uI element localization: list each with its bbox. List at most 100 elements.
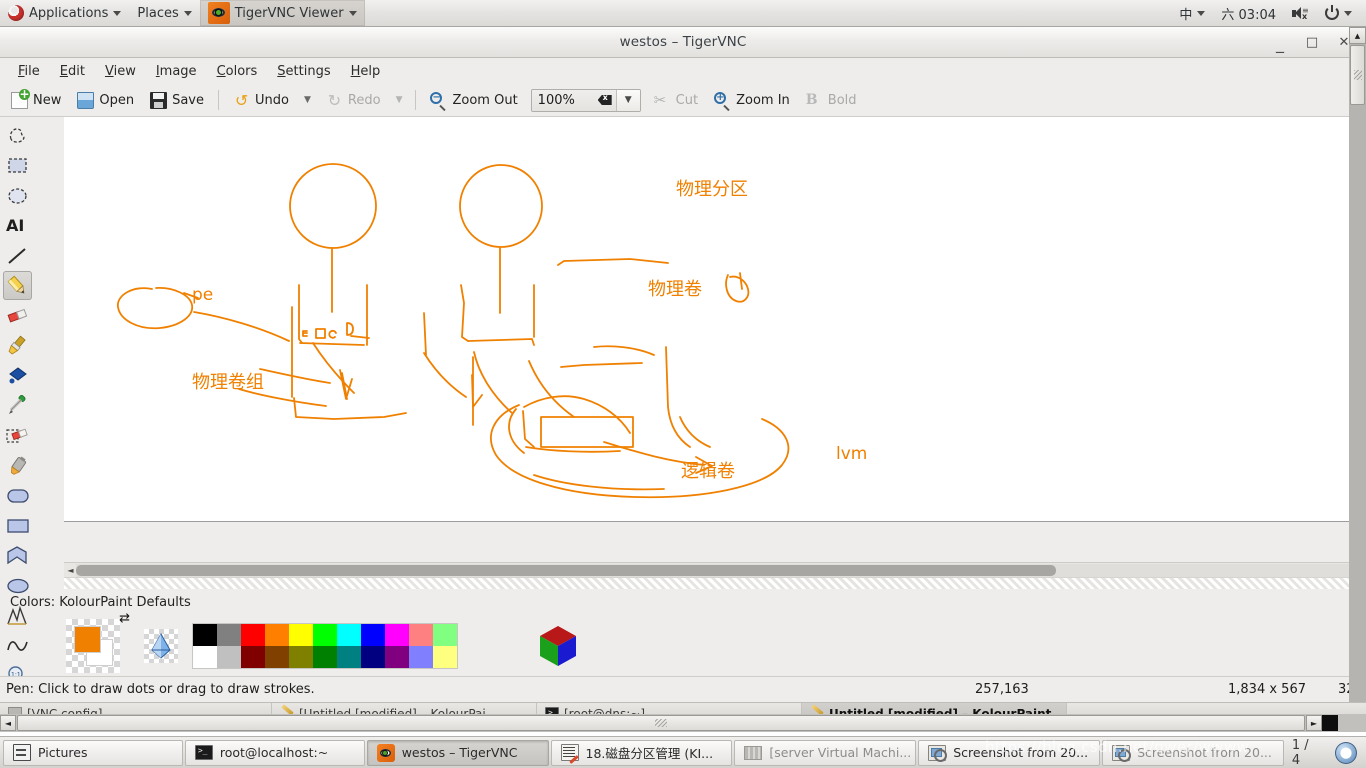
palette-swatch bbox=[265, 646, 289, 668]
taskbar-item-screenshot-2[interactable]: Screenshot from 20... bbox=[1102, 739, 1284, 766]
palette-swatch bbox=[217, 646, 241, 668]
kolourpaint-statusbar: Pen: Click to draw dots or drag to draw … bbox=[0, 676, 1366, 702]
tool-pen[interactable] bbox=[3, 271, 32, 300]
zoom-clear-button[interactable] bbox=[593, 89, 616, 111]
tool-rectangle-select[interactable] bbox=[3, 151, 32, 180]
tool-color-picker[interactable] bbox=[3, 391, 32, 420]
palette-swatch bbox=[433, 646, 457, 668]
swap-colors-icon[interactable]: ⇄ bbox=[119, 612, 130, 625]
workspace-indicator[interactable]: 1 / 4 bbox=[1286, 738, 1327, 768]
vnc-vscroll-thumb[interactable] bbox=[1350, 45, 1365, 105]
color-dock: Colors: KolourPaint Defaults ⇄ bbox=[0, 589, 1366, 676]
taskbar-item-screenshot-1[interactable]: Screenshot from 20... bbox=[918, 739, 1101, 766]
open-button[interactable]: Open bbox=[70, 89, 141, 112]
scroll-up-icon[interactable]: ▲ bbox=[1349, 27, 1366, 44]
taskbar-item-pictures[interactable]: Pictures bbox=[3, 739, 183, 766]
foreground-background-color-selector[interactable]: ⇄ bbox=[66, 612, 130, 673]
tool-rectangle[interactable] bbox=[3, 511, 32, 540]
canvas-label-logical-volume: 逻辑卷 bbox=[681, 461, 735, 482]
volume-indicator[interactable]: ≡ x bbox=[1284, 0, 1317, 26]
menu-colors[interactable]: Colors bbox=[207, 61, 268, 82]
vnc-vertical-scrollbar[interactable]: ▲ bbox=[1349, 27, 1366, 702]
undo-button[interactable]: ↺ Undo bbox=[226, 89, 296, 112]
zoom-out-button[interactable]: − Zoom Out bbox=[423, 89, 524, 112]
tool-brush[interactable] bbox=[3, 331, 32, 360]
tool-ellipse[interactable] bbox=[3, 571, 32, 600]
menu-view[interactable]: View bbox=[95, 61, 146, 82]
scrollbar-thumb[interactable] bbox=[76, 564, 1056, 576]
scroll-left-icon[interactable]: ◄ bbox=[0, 715, 16, 731]
menu-edit[interactable]: Edit bbox=[50, 61, 95, 82]
save-button[interactable]: Save bbox=[143, 89, 211, 112]
new-button-label: New bbox=[33, 92, 62, 108]
vnc-hscroll-thumb[interactable] bbox=[17, 715, 1305, 731]
redo-dropdown-icon[interactable]: ▼ bbox=[390, 95, 409, 105]
cut-button-label: Cut bbox=[675, 92, 699, 108]
taskbar-item-westos-tigervnc[interactable]: westos – TigerVNC bbox=[366, 739, 549, 766]
maximize-button[interactable]: □ bbox=[1304, 34, 1320, 50]
new-button[interactable]: New bbox=[4, 88, 68, 112]
tool-ellipse-select[interactable] bbox=[3, 181, 32, 210]
zoom-in-button[interactable]: + Zoom In bbox=[707, 89, 797, 112]
new-file-icon bbox=[11, 88, 30, 109]
tool-eraser[interactable] bbox=[3, 301, 32, 330]
palette-swatch bbox=[265, 624, 289, 646]
canvas-hatched-background bbox=[64, 577, 1366, 589]
window-menu-tigervnc[interactable]: TigerVNC Viewer bbox=[199, 0, 365, 26]
tool-color-washer[interactable] bbox=[3, 361, 32, 390]
tool-line[interactable] bbox=[3, 241, 32, 270]
zoom-out-button-label: Zoom Out bbox=[452, 92, 518, 108]
tool-flood-fill[interactable] bbox=[3, 421, 32, 450]
menu-file[interactable]: File bbox=[8, 61, 50, 82]
palette-swatch bbox=[361, 646, 385, 668]
taskbar-item-root-localhost[interactable]: root@localhost:~ bbox=[184, 739, 365, 766]
canvas-scroll-area[interactable]: pe 物理分区 物理卷 物理卷组 逻辑卷 lvm bbox=[64, 117, 1366, 562]
menu-help[interactable]: Help bbox=[341, 61, 391, 82]
redo-button[interactable]: ↻ Redo bbox=[319, 89, 388, 112]
window-titlebar[interactable]: westos – TigerVNC _ □ ✕ bbox=[0, 27, 1366, 58]
zoom-level-combobox[interactable]: 100% ▼ bbox=[530, 88, 641, 112]
color-cube-icon[interactable] bbox=[536, 624, 580, 668]
scroll-right-icon[interactable]: ► bbox=[1306, 715, 1322, 731]
clock[interactable]: 六 03:04 bbox=[1213, 0, 1284, 26]
menu-settings[interactable]: Settings bbox=[267, 61, 340, 82]
taskbar-item-label: Pictures bbox=[38, 745, 88, 760]
drawing-canvas[interactable]: pe 物理分区 物理卷 物理卷组 逻辑卷 lvm bbox=[64, 117, 1350, 522]
taskbar-item-kwrite-doc[interactable]: 18.磁盘分区管理 (KI... bbox=[550, 739, 733, 766]
minimize-button[interactable]: _ bbox=[1272, 34, 1288, 52]
system-menu[interactable] bbox=[1317, 0, 1360, 26]
color-palette[interactable] bbox=[192, 623, 458, 669]
tool-spray-can[interactable] bbox=[3, 451, 32, 480]
cut-button[interactable]: ✂ Cut bbox=[647, 89, 705, 112]
toolbar-separator bbox=[415, 90, 417, 110]
foreground-color-swatch[interactable] bbox=[74, 626, 101, 653]
vnc-horizontal-scrollbar[interactable]: ◄ ► bbox=[0, 714, 1366, 732]
palette-swatch bbox=[289, 646, 313, 668]
taskbar-item-label: 18.磁盘分区管理 (KI... bbox=[585, 746, 714, 761]
tool-text[interactable]: AI bbox=[3, 211, 32, 240]
canvas-label-physical-partition: 物理分区 bbox=[676, 179, 748, 200]
undo-dropdown-icon[interactable]: ▼ bbox=[298, 95, 317, 105]
scrollbar-track[interactable] bbox=[76, 563, 1365, 577]
menu-image[interactable]: Image bbox=[146, 61, 207, 82]
tool-rounded-rectangle[interactable] bbox=[3, 481, 32, 510]
tool-curve[interactable] bbox=[3, 631, 32, 660]
tool-polygon[interactable] bbox=[3, 541, 32, 570]
status-dimensions: 1,834 x 567 bbox=[1228, 682, 1306, 697]
canvas-horizontal-scrollbar[interactable]: ◄ bbox=[64, 562, 1366, 577]
scroll-left-icon[interactable]: ◄ bbox=[65, 564, 76, 577]
taskbar-item-virt-manager[interactable]: [server Virtual Machi... bbox=[734, 739, 917, 766]
places-menu[interactable]: Places bbox=[129, 0, 199, 26]
places-menu-label: Places bbox=[137, 5, 179, 21]
tool-polyline[interactable] bbox=[3, 601, 32, 630]
kolourpaint-application: File Edit View Image Colors Settings Hel… bbox=[0, 58, 1366, 702]
input-method-indicator[interactable]: 中 bbox=[1171, 0, 1213, 26]
open-folder-icon bbox=[77, 91, 95, 109]
applications-menu[interactable]: Applications bbox=[0, 0, 129, 26]
bold-button[interactable]: B Bold bbox=[799, 89, 864, 112]
transparent-color-swatch[interactable] bbox=[144, 629, 178, 663]
user-indicator-icon[interactable]: ⬤ bbox=[1335, 741, 1358, 764]
palette-swatch bbox=[409, 624, 433, 646]
tool-free-form-select[interactable] bbox=[3, 121, 32, 150]
zoom-dropdown-icon[interactable]: ▼ bbox=[615, 89, 640, 111]
